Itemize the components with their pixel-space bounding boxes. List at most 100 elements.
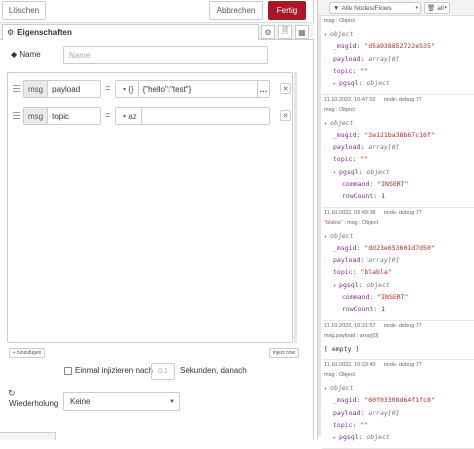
debug-key: pgsql: xyxy=(339,79,363,88)
debug-clear-button[interactable]: 🗑 all ▾ xyxy=(424,2,450,14)
debug-tree-line: topic: "blabla" xyxy=(333,268,392,276)
debug-key: command: xyxy=(342,293,374,302)
remove-property-button[interactable]: ✕ xyxy=(280,110,291,121)
debug-node-link[interactable]: node: debug 77 xyxy=(384,97,422,103)
tab-properties-label: Eigenschaften xyxy=(17,28,72,37)
name-input[interactable]: Name xyxy=(63,46,268,64)
repeat-select-value: Keine xyxy=(70,397,91,406)
property-name-field[interactable]: msg payload xyxy=(23,80,101,98)
name-label-text: Name xyxy=(19,50,41,59)
debug-scrollbar[interactable] xyxy=(318,16,321,436)
debug-tree-line: payload: array[0] xyxy=(333,143,400,151)
trash-icon: 🗑 xyxy=(427,5,436,12)
debug-tree-line: rowCount: 1 xyxy=(342,305,385,313)
property-value-text: {"hello":"test"} xyxy=(142,84,192,94)
debug-tree-line[interactable]: ▸ pgsql: object xyxy=(333,79,390,87)
cancel-button[interactable]: Abbrechen xyxy=(209,1,263,20)
debug-timestamp: 11.10.2022, 10:23:40 xyxy=(324,362,376,368)
debug-tree-line[interactable]: ▾ object xyxy=(324,384,354,392)
property-list-scrollbar[interactable] xyxy=(294,72,297,343)
debug-value: array[0] xyxy=(368,143,400,152)
tab-settings-gear-icon[interactable]: ⚙ xyxy=(261,25,275,39)
debug-tree-line[interactable]: ▾ object xyxy=(324,30,354,38)
debug-tree-line: payload: array[0] xyxy=(333,55,400,63)
equals-sign: = xyxy=(105,83,111,93)
debug-key: rowCount: xyxy=(342,192,378,201)
panel-footer xyxy=(0,432,56,440)
tab-appearance-icon[interactable]: ▦ xyxy=(295,25,309,39)
add-property-button[interactable]: + hinzufügen xyxy=(9,348,45,358)
debug-node-link[interactable]: node: debug 77 xyxy=(384,323,422,329)
debug-value: object xyxy=(330,231,354,240)
once-delay-input[interactable]: 0.1 xyxy=(151,363,175,380)
debug-message-type: msg : Object xyxy=(324,107,355,113)
debug-value: object xyxy=(330,30,354,38)
debug-tree-line: payload: array[0] xyxy=(333,256,400,264)
inject-now-button[interactable]: inject now xyxy=(269,348,299,358)
debug-topic: "blabla" xyxy=(324,219,345,226)
debug-node-link[interactable]: node: debug 77 xyxy=(384,362,422,368)
debug-tree-line: _msgid: "dd23e653601d7d50" xyxy=(333,244,435,252)
debug-type-text: msg : Object xyxy=(324,372,355,378)
debug-tree-line: topic: "" xyxy=(333,155,368,163)
delete-button[interactable]: Löschen xyxy=(2,1,46,20)
debug-type-text: : msg : Object xyxy=(344,219,379,226)
done-button[interactable]: Fertig xyxy=(268,1,306,20)
debug-tree-line: _msgid: "60f03308d64f1fc8" xyxy=(333,396,435,404)
property-name-text: payload xyxy=(52,84,81,94)
seconds-then-label: Sekunden, danach xyxy=(180,366,247,375)
debug-node-link[interactable]: node: debug 77 xyxy=(384,210,422,216)
debug-filter-button[interactable]: ▼ Alle Nodes/Flows ▾ xyxy=(329,2,421,14)
value-type-select[interactable]: ▾ {} xyxy=(116,81,139,97)
debug-tree-line[interactable]: ▾ pgsql: object xyxy=(333,168,390,176)
debug-key: payload: xyxy=(333,143,365,152)
debug-message-header: 11.10.2022, 09:49:38 node: debug 77 xyxy=(324,210,422,216)
debug-timestamp: 11.10.2022, 09:49:38 xyxy=(324,209,376,216)
debug-key: command: xyxy=(342,180,374,188)
debug-message-header: 11.10.2022, 10:21:57 node: debug 77 xyxy=(324,323,422,329)
value-type-text: {} xyxy=(128,84,134,94)
tab-properties[interactable]: ⚙ Eigenschaften xyxy=(2,24,259,40)
drag-handle-icon[interactable] xyxy=(13,112,20,119)
debug-value: "INSERT" xyxy=(377,180,409,188)
property-name-field[interactable]: msg topic xyxy=(23,107,101,125)
debug-message[interactable]: 11.10.2022, 10:23:40 node: debug 77 msg : … xyxy=(322,362,474,449)
value-type-text: az xyxy=(128,111,137,121)
debug-message[interactable]: msg : Object ▾ object _msgid: "d5a93885272… xyxy=(322,18,474,95)
debug-value: "3a121ba38b67c16f" xyxy=(364,130,435,139)
debug-tree-line[interactable]: ▾ object xyxy=(324,119,354,127)
tab-description-icon[interactable]: 🗎 xyxy=(278,25,292,39)
remove-property-button[interactable]: ✕ xyxy=(280,83,291,94)
property-value-field[interactable]: ▾ {} {"hello":"test"} … xyxy=(115,80,270,98)
debug-value: "INSERT" xyxy=(377,293,409,302)
debug-value: "dd23e653601d7d50" xyxy=(364,243,435,252)
debug-message[interactable]: 11.10.2022, 10:21:57 node: debug 77 msg.pa… xyxy=(322,323,474,360)
inject-once-checkbox[interactable] xyxy=(64,367,72,375)
debug-message[interactable]: 11.10.2022, 10:47:52 node: debug 77 msg : … xyxy=(322,97,474,208)
debug-tree-line: rowCount: 1 xyxy=(342,192,385,200)
expand-editor-button[interactable]: … xyxy=(257,81,269,97)
debug-sidebar: ▼ Alle Nodes/Flows ▾ 🗑 all ▾ msg : Objec… xyxy=(317,0,474,449)
debug-key: payload: xyxy=(333,54,365,63)
property-row-payload: msg payload = ▾ {} {"hello":"test"} … ✕ xyxy=(8,80,292,98)
chevron-down-icon: ▾ xyxy=(415,5,418,11)
property-value-field[interactable]: ▾ az xyxy=(115,107,270,125)
debug-tree-line: payload: array[0] xyxy=(333,409,400,417)
filter-icon: ▼ xyxy=(333,4,340,12)
debug-key: pgsql: xyxy=(339,280,363,289)
value-type-select[interactable]: ▾ az xyxy=(116,108,142,124)
debug-filter-label: Alle Nodes/Flows xyxy=(341,4,392,12)
chevron-down-icon: ▾ xyxy=(444,5,447,11)
debug-value: "blabla" xyxy=(360,268,392,277)
repeat-select[interactable]: Keine ▼ xyxy=(63,392,180,411)
debug-clear-label: all xyxy=(437,4,444,12)
drag-handle-icon[interactable] xyxy=(13,85,20,92)
inject-once-label: Einmal injizieren nach xyxy=(75,366,153,375)
debug-value: 1 xyxy=(381,305,386,314)
debug-message[interactable]: 11.10.2022, 09:49:38 node: debug 77 "blabl… xyxy=(322,210,474,321)
debug-tree-line[interactable]: ▾ pgsql: object xyxy=(333,281,390,289)
debug-tree-line[interactable]: ▾ object xyxy=(324,232,354,240)
repeat-label: Wiederholung xyxy=(9,399,59,408)
gear-icon: ⚙ xyxy=(7,28,15,37)
debug-message-type: msg.payload : array[0] xyxy=(324,333,378,339)
